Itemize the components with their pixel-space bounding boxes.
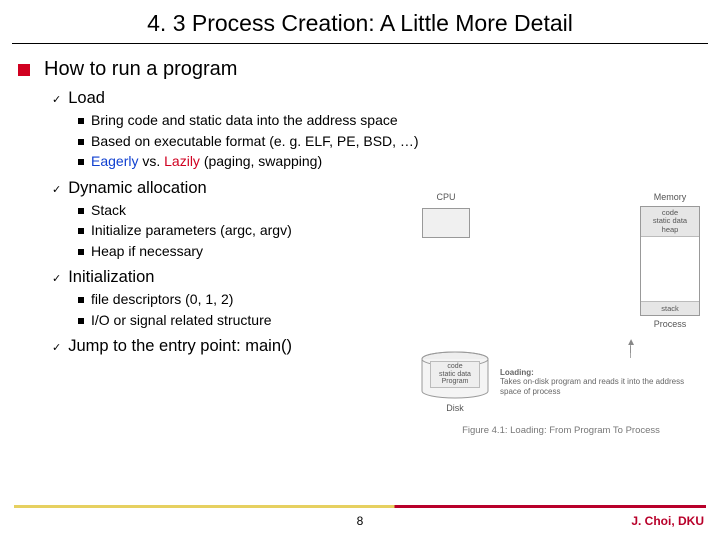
check-icon: ✓ [52,183,61,196]
square-icon [78,139,84,145]
disk-label: Disk [420,403,490,413]
lazily-word: Lazily [164,153,200,169]
figure-diagram: CPU Memory code static data heap stack P… [416,192,706,436]
mem-bot-segment: stack [641,301,699,315]
check-icon: ✓ [52,341,61,354]
list-item: Eagerly vs. Lazily (paging, swapping) [78,153,702,171]
divider-bar-icon [14,505,706,508]
loading-title: Loading: [500,368,534,377]
heading-row: How to run a program [18,58,702,81]
loading-annotation: Loading: Takes on-disk program and reads… [500,368,702,397]
author-credit: J. Choi, DKU [631,514,704,528]
square-icon [78,249,84,255]
main-heading: How to run a program [44,58,237,81]
section-label: Load [68,89,105,108]
item-text: Stack [91,202,126,220]
item-text: Based on executable format (e. g. ELF, P… [91,133,419,151]
list-item: Bring code and static data into the addr… [78,112,702,130]
memory-box-icon: code static data heap stack [640,206,700,316]
item-text: I/O or signal related structure [91,312,272,330]
square-icon [78,318,84,324]
arrow-up-icon: ▲││ [626,340,636,355]
loading-text: Takes on-disk program and reads it into … [500,377,684,396]
process-label: Process [640,319,700,329]
square-icon [78,228,84,234]
item-text: Eagerly vs. Lazily (paging, swapping) [91,153,322,171]
square-icon [78,118,84,124]
square-icon [78,297,84,303]
memory-label: Memory [640,192,700,202]
item-text: Initialize parameters (argc, argv) [91,222,292,240]
square-icon [78,208,84,214]
eagerly-word: Eagerly [91,153,138,169]
cpu-block: CPU [422,192,470,238]
section-label: Dynamic allocation [68,179,206,198]
square-bullet-icon [18,64,30,76]
mem-top-segment: code static data heap [641,207,699,237]
slide-title: 4. 3 Process Creation: A Little More Det… [12,0,708,44]
check-icon: ✓ [52,93,61,106]
item-text: file descriptors (0, 1, 2) [91,291,233,309]
item-text: Heap if necessary [91,243,203,261]
check-icon: ✓ [52,272,61,285]
section-load: ✓ Load Bring code and static data into t… [52,89,702,171]
section-label: Initialization [68,268,154,287]
figure-caption: Figure 4.1: Loading: From Program To Pro… [416,425,706,436]
page-number: 8 [0,514,720,528]
disk-block: code static data Program Disk [420,351,490,413]
disk-program-box: code static data Program [430,361,480,388]
cpu-box-icon [422,208,470,238]
section-label: Jump to the entry point: main() [68,337,292,356]
item-text: Bring code and static data into the addr… [91,112,398,130]
footer: 8 J. Choi, DKU [0,506,720,530]
list-item: Based on executable format (e. g. ELF, P… [78,133,702,151]
square-icon [78,159,84,165]
cpu-label: CPU [422,192,470,202]
memory-block: Memory code static data heap stack Proce… [640,192,700,329]
